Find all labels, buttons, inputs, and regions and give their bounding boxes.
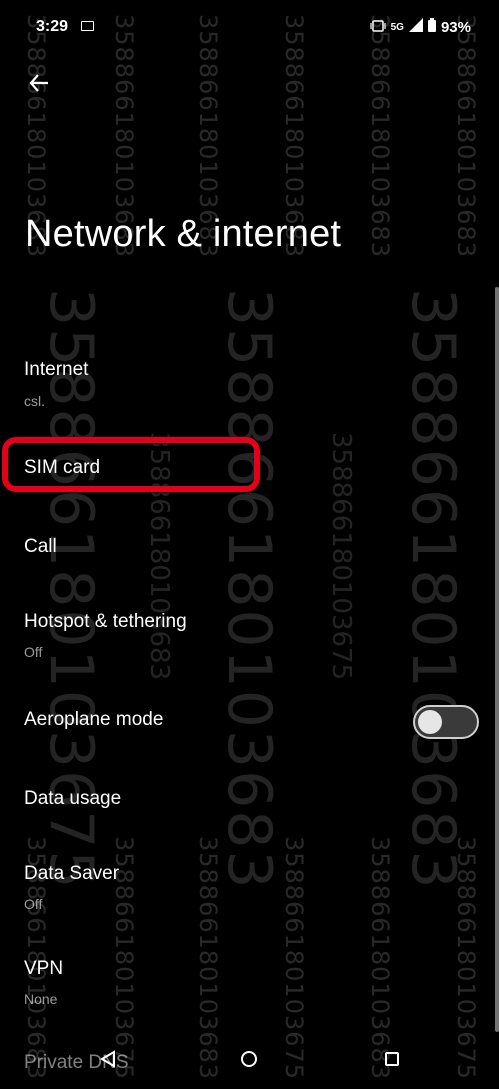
- watermark-text: 358866180103683: [366, 14, 394, 259]
- item-label: VPN: [24, 958, 64, 979]
- item-label: Data Saver: [24, 863, 120, 884]
- status-time: 3:29: [36, 18, 69, 35]
- item-subtitle: csl.: [24, 393, 45, 409]
- status-bar: 3:29 5G 93%: [0, 0, 499, 50]
- item-label: Call: [24, 536, 57, 557]
- list-item-aeroplane-mode[interactable]: Aeroplane mode: [0, 693, 470, 749]
- nav-back-icon[interactable]: [100, 1050, 116, 1073]
- battery-icon: [427, 18, 436, 36]
- aeroplane-mode-toggle[interactable]: [413, 705, 479, 739]
- item-subtitle: Off: [24, 896, 43, 912]
- item-label: Aeroplane mode: [24, 709, 164, 730]
- page-title: Network & internet: [25, 213, 342, 255]
- navigation-bar: [0, 1035, 499, 1089]
- item-label: Data usage: [24, 788, 122, 809]
- list-item-data-usage[interactable]: Data usage: [0, 772, 470, 824]
- highlight-box: [2, 437, 260, 492]
- list-item-vpn[interactable]: VPN None: [0, 947, 470, 1019]
- item-subtitle: None: [24, 991, 58, 1007]
- nav-recents-icon[interactable]: [385, 1052, 399, 1066]
- toggle-knob: [418, 710, 442, 734]
- nav-home-icon[interactable]: [241, 1051, 257, 1067]
- signal-icon: [408, 18, 423, 36]
- list-item-data-saver[interactable]: Data Saver Off: [0, 852, 470, 924]
- status-indicators: 5G 93%: [370, 18, 471, 36]
- scrollbar[interactable]: [495, 287, 499, 1032]
- list-item-internet[interactable]: Internet csl.: [0, 348, 470, 420]
- item-subtitle: Off: [24, 644, 43, 660]
- back-arrow-icon[interactable]: [26, 70, 52, 96]
- item-label: Hotspot & tethering: [24, 611, 187, 632]
- vibrate-icon: [370, 19, 386, 36]
- watermark-text: 358866180103683: [452, 14, 480, 259]
- message-icon: [81, 21, 94, 31]
- list-item-hotspot-tethering[interactable]: Hotspot & tethering Off: [0, 600, 470, 672]
- item-label: Internet: [24, 359, 89, 380]
- list-item-call[interactable]: Call: [0, 520, 470, 572]
- battery-percent: 93%: [440, 18, 471, 36]
- network-type: 5G: [390, 21, 404, 33]
